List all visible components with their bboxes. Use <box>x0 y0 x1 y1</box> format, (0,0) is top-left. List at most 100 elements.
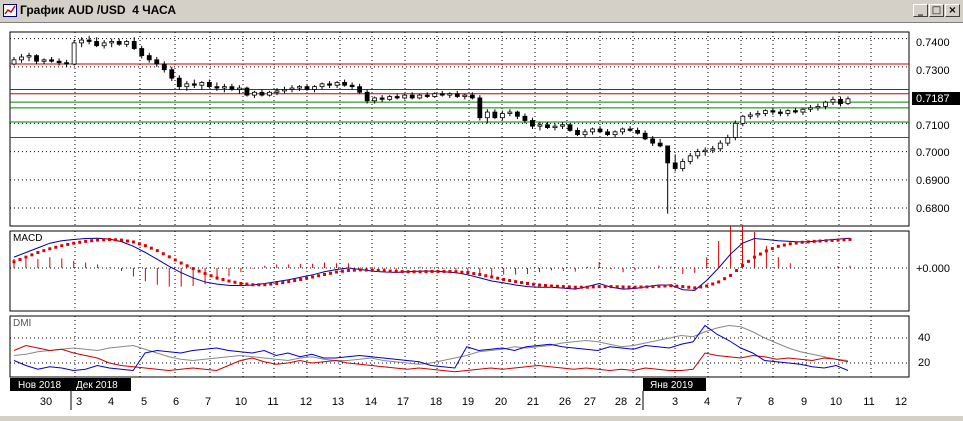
macd-signal-dot <box>836 238 840 242</box>
candle-body <box>793 110 798 113</box>
day-label: 7 <box>736 396 742 408</box>
candle-body <box>432 93 438 97</box>
candle-body <box>702 149 708 152</box>
candle-body <box>838 98 843 104</box>
macd-signal-dot <box>537 283 541 287</box>
macd-signal-dot <box>293 279 297 283</box>
macd-signal-dot <box>209 274 213 278</box>
macd-signal-dot <box>24 255 28 259</box>
day-label: 26 <box>559 396 571 408</box>
macd-signal-dot <box>651 285 655 289</box>
price-panel[interactable] <box>9 31 910 227</box>
candle-body <box>274 90 280 93</box>
macd-signal-dot <box>603 285 607 289</box>
candle-body <box>116 41 122 45</box>
macd-signal-dot <box>203 272 207 276</box>
day-label: 21 <box>527 396 539 408</box>
macd-signal-dot <box>830 238 834 242</box>
macd-signal-dot <box>54 245 58 249</box>
macd-signal-dot <box>705 284 709 288</box>
chart-window-icon <box>3 4 17 17</box>
macd-signal-dot <box>394 269 398 273</box>
macd-signal-dot <box>364 268 368 272</box>
macd-signal-dot <box>496 276 500 280</box>
macd-signal-dot <box>245 282 249 286</box>
month-label-jan: Янв 2019 <box>650 380 694 391</box>
macd-signal-dot <box>149 246 153 250</box>
candle-body <box>680 161 686 169</box>
macd-signal-dot <box>84 239 88 243</box>
candle-body <box>56 60 62 64</box>
close-button[interactable]: × <box>945 4 960 17</box>
macd-signal-dot <box>508 279 512 283</box>
macd-signal-dot <box>520 281 524 285</box>
macd-signal-dot <box>639 285 643 289</box>
candle-body <box>26 55 32 58</box>
macd-signal-dot <box>96 238 100 242</box>
day-label: 4 <box>704 396 710 408</box>
macd-signal-dot <box>239 282 243 285</box>
macd-signal-dot <box>514 280 518 284</box>
macd-signal-dot <box>275 282 279 285</box>
candle-body <box>259 91 265 96</box>
chart-area[interactable]: 0.7400 0.7300 0.7187 0.7100 0.7000 0.690… <box>0 23 963 416</box>
candle-body <box>582 131 588 136</box>
candle-body <box>304 86 310 90</box>
macd-signal-dot <box>561 285 565 289</box>
macd-signal-dot <box>191 267 195 271</box>
macd-signal-dot <box>675 284 679 288</box>
candle-body <box>800 108 806 113</box>
chart-canvas: 0.7400 0.7300 0.7187 0.7100 0.7000 0.690… <box>9 31 960 410</box>
day-label: 8 <box>768 396 774 408</box>
dmi-axis-label: 40 <box>918 332 930 344</box>
candle-body <box>462 94 468 97</box>
macd-signal-dot <box>633 285 637 289</box>
macd-signal-dot <box>800 240 804 244</box>
day-label: 7 <box>205 396 211 408</box>
candle-body <box>109 41 115 44</box>
macd-signal-dot <box>317 274 321 278</box>
macd-signal-dot <box>567 285 571 289</box>
day-label: 5 <box>141 396 147 408</box>
macd-signal-dot <box>770 247 774 251</box>
macd-signal-dot <box>221 277 225 281</box>
macd-signal-dot <box>352 268 356 272</box>
macd-signal-dot <box>382 269 386 273</box>
macd-signal-dot <box>358 268 362 272</box>
candle-body <box>11 59 17 65</box>
macd-signal-dot <box>167 255 171 259</box>
candle-body <box>237 87 242 90</box>
macd-signal-dot <box>735 268 739 272</box>
candle-body <box>717 142 723 150</box>
macd-signal-dot <box>72 241 76 245</box>
macd-panel-label: MACD <box>13 233 42 244</box>
candle-body <box>454 93 460 97</box>
macd-signal-dot <box>114 238 118 242</box>
day-label: 14 <box>365 396 377 408</box>
restore-button[interactable]: □ <box>929 4 944 17</box>
macd-signal-dot <box>370 268 374 272</box>
candle-body <box>642 132 648 140</box>
day-label: 2 <box>635 396 641 408</box>
candle-body <box>379 97 385 100</box>
macd-signal-dot <box>227 279 231 283</box>
day-label: 10 <box>235 396 247 408</box>
month-label-nov: Нов 2018 <box>18 380 62 391</box>
dmi-panel-label: DMI <box>13 318 31 329</box>
price-axis-label: 0.6900 <box>916 175 950 187</box>
candle-body <box>770 110 776 113</box>
macd-panel[interactable] <box>9 230 910 312</box>
macd-signal-dot <box>173 258 177 262</box>
day-label: 6 <box>173 396 179 408</box>
macd-signal-dot <box>782 243 786 247</box>
candle-body <box>560 124 565 127</box>
macd-signal-dot <box>729 273 733 277</box>
macd-signal-dot <box>119 238 123 242</box>
window-title: График AUD /USD 4 ЧАСА <box>20 3 177 17</box>
macd-signal-dot <box>758 252 762 256</box>
minimize-button[interactable]: _ <box>913 4 928 17</box>
candle-body <box>19 56 24 61</box>
candle-body <box>64 62 69 65</box>
candle-body <box>402 94 408 99</box>
candle-body <box>34 55 39 62</box>
